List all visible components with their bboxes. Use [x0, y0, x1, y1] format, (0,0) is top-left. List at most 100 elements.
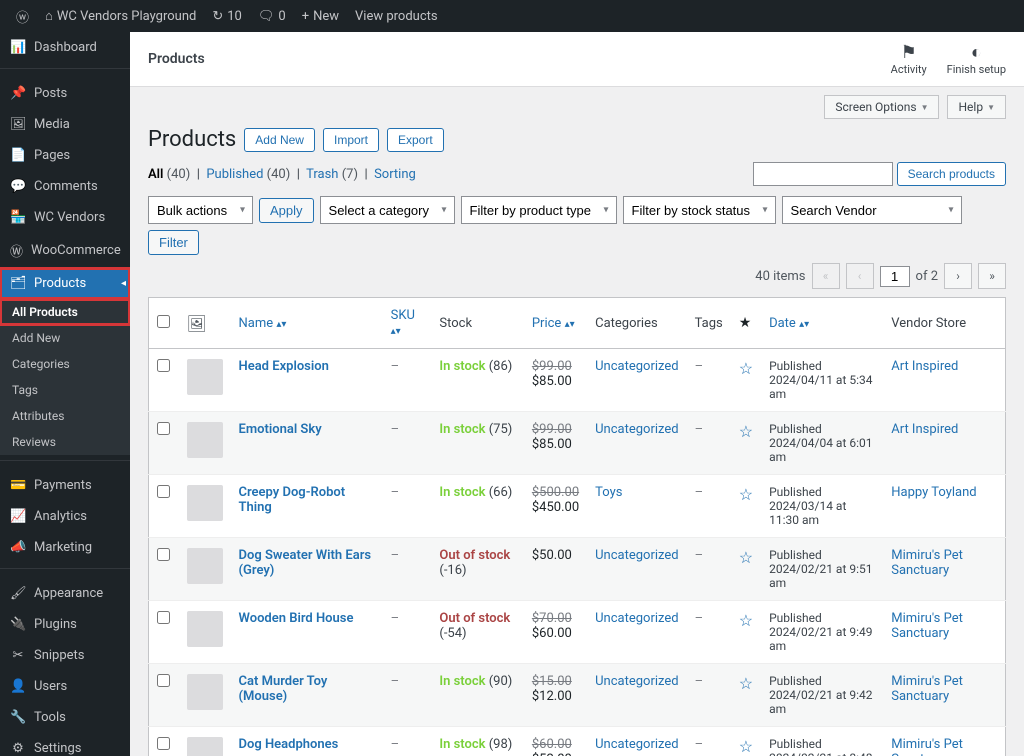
product-name-link[interactable]: Head Explosion — [239, 359, 329, 374]
next-page-button[interactable]: › — [944, 263, 972, 289]
sidebar-item-snippets[interactable]: ✂Snippets — [0, 640, 130, 671]
sidebar-item-media[interactable]: 🖼Media — [0, 109, 130, 140]
export-button[interactable]: Export — [387, 128, 444, 152]
category-link[interactable]: Uncategorized — [595, 548, 678, 563]
sidebar-item-users[interactable]: 👤Users — [0, 671, 130, 702]
new-content-link[interactable]: +New — [294, 0, 347, 32]
view-all[interactable]: All — [148, 167, 163, 182]
row-checkbox[interactable] — [157, 422, 170, 435]
sidebar-item-dashboard[interactable]: 📊Dashboard — [0, 32, 130, 63]
sidebar-item-tools[interactable]: 🔧Tools — [0, 702, 130, 733]
filter-button[interactable]: Filter — [148, 230, 199, 255]
product-thumbnail[interactable] — [187, 737, 223, 756]
category-filter[interactable]: Select a category — [320, 196, 455, 224]
vendor-link[interactable]: Mimiru's Pet Sanctuary — [891, 737, 963, 756]
product-thumbnail[interactable] — [187, 485, 223, 521]
category-link[interactable]: Uncategorized — [595, 737, 678, 752]
featured-toggle[interactable]: ☆ — [739, 548, 753, 567]
product-name-link[interactable]: Dog Sweater With Ears (Grey) — [239, 548, 372, 578]
sidebar-item-pages[interactable]: 📄Pages — [0, 140, 130, 171]
wp-logo[interactable]: ⓦ — [8, 0, 37, 32]
sidebar-item-products[interactable]: 🗂Products — [0, 268, 130, 299]
row-checkbox[interactable] — [157, 485, 170, 498]
submenu-categories[interactable]: Categories — [0, 351, 130, 377]
sidebar-item-appearance[interactable]: 🖌Appearance — [0, 578, 130, 609]
submenu-add-new[interactable]: Add New — [0, 325, 130, 351]
updates-link[interactable]: ↻10 — [204, 0, 250, 32]
featured-toggle[interactable]: ☆ — [739, 611, 753, 630]
sidebar-item-analytics[interactable]: 📈Analytics — [0, 501, 130, 532]
wordpress-icon: ⓦ — [16, 7, 29, 26]
help-button[interactable]: Help — [947, 95, 1006, 119]
product-name-link[interactable]: Dog Headphones — [239, 737, 339, 752]
product-thumbnail[interactable] — [187, 674, 223, 710]
comments-link[interactable]: 🗨0 — [250, 0, 294, 32]
sidebar-item-plugins[interactable]: 🔌Plugins — [0, 609, 130, 640]
product-thumbnail[interactable] — [187, 611, 223, 647]
select-all-checkbox[interactable] — [157, 315, 170, 328]
view-sorting[interactable]: Sorting — [374, 167, 416, 182]
col-name[interactable]: Name ▴▾ — [239, 316, 287, 331]
product-search-input[interactable] — [753, 162, 893, 186]
product-name-link[interactable]: Creepy Dog-Robot Thing — [239, 485, 346, 515]
featured-toggle[interactable]: ☆ — [739, 422, 753, 441]
row-checkbox[interactable] — [157, 548, 170, 561]
bulk-actions-select[interactable]: Bulk actions — [148, 196, 253, 224]
submenu-reviews[interactable]: Reviews — [0, 429, 130, 455]
import-button[interactable]: Import — [323, 128, 379, 152]
sidebar-item-posts[interactable]: 📌Posts — [0, 78, 130, 109]
product-type-filter[interactable]: Filter by product type — [461, 196, 617, 224]
view-published[interactable]: Published — [206, 167, 263, 182]
view-products-link[interactable]: View products — [347, 0, 446, 32]
vendor-link[interactable]: Mimiru's Pet Sanctuary — [891, 611, 963, 641]
sidebar-item-marketing[interactable]: 📣Marketing — [0, 532, 130, 563]
row-checkbox[interactable] — [157, 737, 170, 750]
vendor-link[interactable]: Mimiru's Pet Sanctuary — [891, 674, 963, 704]
category-link[interactable]: Uncategorized — [595, 674, 678, 689]
vendor-filter[interactable]: Search Vendor — [782, 196, 962, 224]
product-thumbnail[interactable] — [187, 422, 223, 458]
last-page-button[interactable]: » — [978, 263, 1006, 289]
category-link[interactable]: Uncategorized — [595, 422, 678, 437]
col-date[interactable]: Date ▴▾ — [769, 316, 809, 331]
category-link[interactable]: Uncategorized — [595, 611, 678, 626]
product-thumbnail[interactable] — [187, 548, 223, 584]
vendor-link[interactable]: Mimiru's Pet Sanctuary — [891, 548, 963, 578]
featured-toggle[interactable]: ☆ — [739, 674, 753, 693]
sidebar-item-settings[interactable]: ⚙Settings — [0, 733, 130, 756]
finish-setup[interactable]: ◐Finish setup — [947, 42, 1006, 76]
sidebar-item-comments[interactable]: 💬Comments — [0, 171, 130, 202]
product-name-link[interactable]: Wooden Bird House — [239, 611, 354, 626]
activity-panel[interactable]: ⚑Activity — [891, 42, 927, 76]
screen-options-button[interactable]: Screen Options — [824, 95, 939, 119]
view-trash[interactable]: Trash — [306, 167, 338, 182]
search-products-button[interactable]: Search products — [897, 162, 1006, 186]
sidebar-item-wc-vendors[interactable]: 🏪WC Vendors — [0, 202, 130, 233]
sidebar-item-woocommerce[interactable]: ⓌWooCommerce — [0, 233, 130, 268]
site-home-link[interactable]: ⌂WC Vendors Playground — [37, 0, 204, 32]
stock-status-filter[interactable]: Filter by stock status — [623, 196, 776, 224]
featured-toggle[interactable]: ☆ — [739, 737, 753, 756]
vendor-link[interactable]: Happy Toyland — [891, 485, 976, 500]
product-name-link[interactable]: Emotional Sky — [239, 422, 322, 437]
featured-toggle[interactable]: ☆ — [739, 485, 753, 504]
row-checkbox[interactable] — [157, 674, 170, 687]
product-thumbnail[interactable] — [187, 359, 223, 395]
category-link[interactable]: Toys — [595, 485, 622, 500]
submenu-all-products[interactable]: All Products — [0, 299, 130, 325]
product-name-link[interactable]: Cat Murder Toy (Mouse) — [239, 674, 328, 704]
featured-toggle[interactable]: ☆ — [739, 359, 753, 378]
sidebar-item-payments[interactable]: 💳Payments — [0, 470, 130, 501]
vendor-link[interactable]: Art Inspired — [891, 422, 958, 437]
submenu-attributes[interactable]: Attributes — [0, 403, 130, 429]
col-price[interactable]: Price ▴▾ — [532, 316, 575, 331]
row-checkbox[interactable] — [157, 359, 170, 372]
apply-button[interactable]: Apply — [259, 198, 314, 223]
current-page-input[interactable] — [880, 266, 910, 287]
col-sku[interactable]: SKU ▴▾ — [391, 308, 415, 338]
row-checkbox[interactable] — [157, 611, 170, 624]
add-new-button[interactable]: Add New — [244, 128, 315, 152]
vendor-link[interactable]: Art Inspired — [891, 359, 958, 374]
submenu-tags[interactable]: Tags — [0, 377, 130, 403]
category-link[interactable]: Uncategorized — [595, 359, 678, 374]
